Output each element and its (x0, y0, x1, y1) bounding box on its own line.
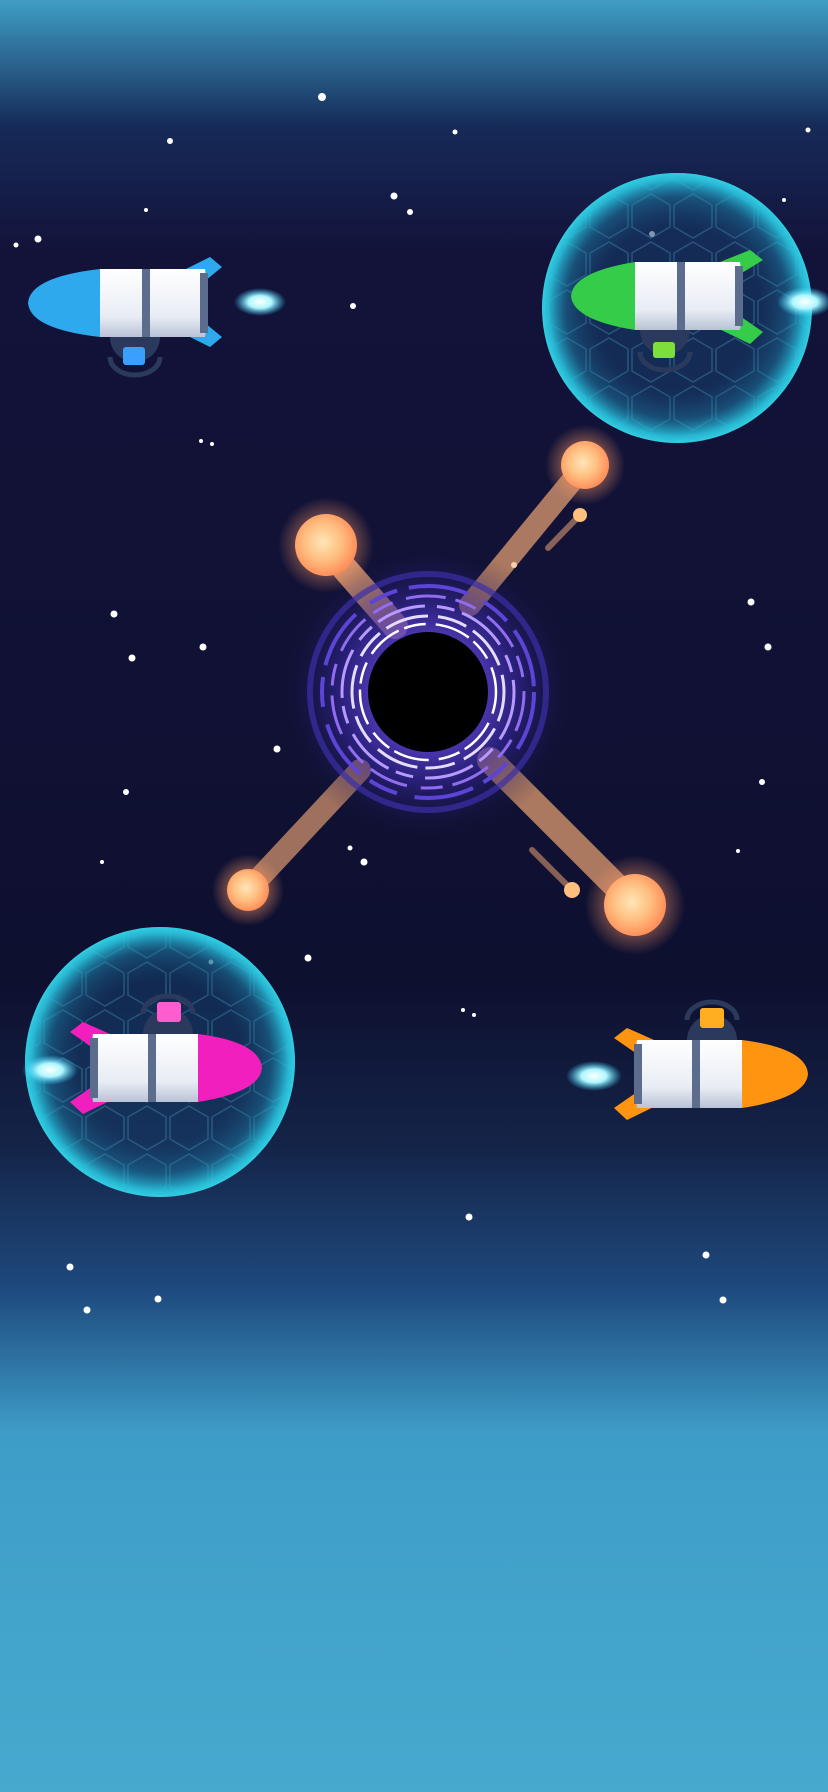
orb-bottom-left (212, 854, 284, 926)
scene-canvas (0, 0, 828, 1792)
black-hole-core (368, 632, 488, 752)
orb-top-right (545, 425, 625, 505)
orb-top-left (278, 497, 374, 593)
orb-spark (564, 882, 580, 898)
game-scene[interactable] (0, 0, 828, 1792)
cargo-cube-icon (653, 342, 675, 358)
exhaust-flame-icon (22, 1055, 78, 1085)
orb-bottom-right (585, 855, 685, 955)
cargo-cube-icon (123, 347, 145, 365)
cargo-cube-icon (700, 1008, 724, 1028)
orb-spark (573, 508, 587, 522)
exhaust-flame-icon (234, 288, 286, 316)
cargo-cube-icon (157, 1002, 181, 1022)
exhaust-flame-icon (566, 1061, 622, 1091)
